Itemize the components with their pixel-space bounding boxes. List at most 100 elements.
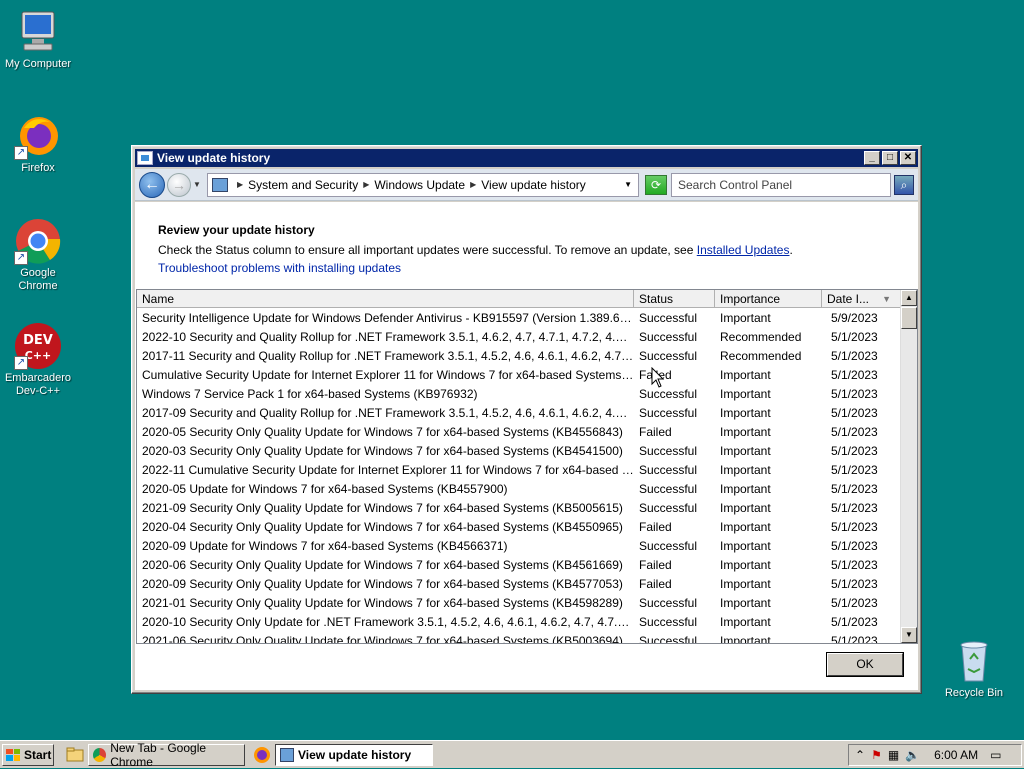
table-row[interactable]: 2022-11 Cumulative Security Update for I… [137,461,902,480]
update-list[interactable]: Name Status Importance Date I... ▼ Securi… [136,289,918,644]
breadcrumb-view-update-history[interactable]: View update history [481,178,586,192]
update-name-cell: 2021-06 Security Only Quality Update for… [142,634,623,644]
update-importance-cell: Important [720,311,771,325]
taskbar-item-update-history[interactable]: View update history [275,743,433,766]
update-name-cell: 2020-05 Security Only Quality Update for… [142,425,623,439]
update-name-cell: 2020-03 Security Only Quality Update for… [142,444,623,458]
desktop-icon-devcpp[interactable]: DEV C++ ↗ Embarcadero Dev-C++ [0,322,76,398]
chevron-right-icon[interactable]: ▶ [237,180,243,189]
table-row[interactable]: 2020-10 Security Only Update for .NET Fr… [137,613,902,632]
table-row[interactable]: Windows 7 Service Pack 1 for x64-based S… [137,385,902,404]
column-headers: Name Status Importance Date I... ▼ [137,290,902,308]
sort-descending-icon: ▼ [882,294,891,304]
desktop-icon-label: Google Chrome [18,267,58,292]
breadcrumb-windows-update[interactable]: Windows Update [374,178,465,192]
scroll-thumb[interactable] [901,307,917,329]
update-name-cell: 2020-05 Update for Windows 7 for x64-bas… [142,482,508,496]
table-row[interactable]: 2021-06 Security Only Quality Update for… [137,632,902,644]
update-history-window: View update history _ □ ✕ ← → ▼ ▶ System… [131,145,922,694]
maximize-button[interactable]: □ [882,151,898,165]
update-name-cell: 2020-10 Security Only Update for .NET Fr… [142,615,634,629]
search-icon[interactable]: ⌕ [894,174,914,195]
file-explorer-quicklaunch-icon[interactable] [66,746,84,764]
table-row[interactable]: 2020-04 Security Only Quality Update for… [137,518,902,537]
start-button[interactable]: Start [2,743,54,766]
chevron-right-icon[interactable]: ▶ [363,180,369,189]
taskbar: Start New Tab - Google Chrome View updat… [0,740,1024,769]
table-row[interactable]: 2017-09 Security and Quality Rollup for … [137,404,902,423]
table-row[interactable]: 2020-05 Update for Windows 7 for x64-bas… [137,480,902,499]
vertical-scrollbar[interactable]: ▲ ▼ [900,290,917,643]
show-desktop-icon[interactable]: ▭ [990,748,1001,762]
close-button[interactable]: ✕ [900,151,916,165]
refresh-button[interactable]: ⟳ [645,174,667,195]
column-header-importance[interactable]: Importance [715,290,822,308]
ok-button[interactable]: OK [827,653,903,676]
clock[interactable]: 6:00 AM [934,748,978,762]
update-importance-cell: Important [720,406,771,420]
update-date-cell: 5/1/2023 [831,634,878,644]
taskbar-item-chrome[interactable]: New Tab - Google Chrome [88,741,245,769]
column-header-status[interactable]: Status [634,290,715,308]
desktop-icon-label: Recycle Bin [944,687,1004,699]
network-icon[interactable]: ▦ [888,748,899,762]
breadcrumb-system-security[interactable]: System and Security [248,178,358,192]
chevron-down-icon[interactable]: ▼ [624,180,632,189]
update-date-cell: 5/1/2023 [831,615,878,629]
table-row[interactable]: 2020-06 Security Only Quality Update for… [137,556,902,575]
update-name-cell: Security Intelligence Update for Windows… [142,311,634,325]
table-row[interactable]: Cumulative Security Update for Internet … [137,366,902,385]
update-importance-cell: Important [720,444,771,458]
action-center-icon[interactable]: ⚑ [871,748,882,762]
update-name-cell: 2021-01 Security Only Quality Update for… [142,596,623,610]
table-row[interactable]: 2022-10 Security and Quality Rollup for … [137,328,902,347]
devcpp-icon: DEV C++ ↗ [14,322,62,370]
update-rows: Security Intelligence Update for Windows… [137,309,902,644]
page-title: Review your update history [158,223,315,237]
update-status-cell: Successful [639,311,698,325]
recent-pages-dropdown[interactable]: ▼ [193,180,203,189]
troubleshoot-link[interactable]: Troubleshoot problems with installing up… [158,261,401,275]
search-input[interactable]: Search Control Panel [671,172,891,197]
table-row[interactable]: 2021-01 Security Only Quality Update for… [137,594,902,613]
update-name-cell: 2021-09 Security Only Quality Update for… [142,501,623,515]
update-status-cell: Successful [639,482,698,496]
back-button[interactable]: ← [139,171,165,198]
installed-updates-link[interactable]: Installed Updates [697,243,790,257]
firefox-icon: ↗ [14,112,62,160]
breadcrumb[interactable]: ▶ System and Security ▶ Windows Update ▶… [207,172,639,197]
scroll-up-button[interactable]: ▲ [901,290,917,306]
update-name-cell: 2020-09 Security Only Quality Update for… [142,577,623,591]
update-importance-cell: Important [720,577,771,591]
table-row[interactable]: 2020-03 Security Only Quality Update for… [137,442,902,461]
windows-flag-icon [6,748,20,761]
update-date-cell: 5/1/2023 [831,330,878,344]
start-label: Start [24,747,52,762]
scroll-down-button[interactable]: ▼ [901,627,917,643]
desktop-icon-my-computer[interactable]: My Computer [0,8,76,71]
update-date-cell: 5/1/2023 [831,558,878,572]
table-row[interactable]: 2020-05 Security Only Quality Update for… [137,423,902,442]
column-header-date[interactable]: Date I... ▼ [822,290,902,308]
minimize-button[interactable]: _ [864,151,880,165]
forward-button[interactable]: → [167,172,191,197]
desktop-icon-recycle-bin[interactable]: Recycle Bin [936,637,1012,700]
update-status-cell: Successful [639,634,698,644]
firefox-quicklaunch-icon[interactable] [253,746,271,764]
table-row[interactable]: 2021-09 Security Only Quality Update for… [137,499,902,518]
update-name-cell: 2022-10 Security and Quality Rollup for … [142,330,634,344]
column-header-name[interactable]: Name [137,290,634,308]
table-row[interactable]: 2017-11 Security and Quality Rollup for … [137,347,902,366]
table-row[interactable]: Security Intelligence Update for Windows… [137,309,902,328]
chevron-right-icon[interactable]: ▶ [470,180,476,189]
desktop-icon-google-chrome[interactable]: ↗ Google Chrome [0,217,76,293]
title-bar[interactable]: View update history _ □ ✕ [135,149,918,167]
update-name-cell: 2022-11 Cumulative Security Update for I… [142,463,634,477]
table-row[interactable]: 2020-09 Update for Windows 7 for x64-bas… [137,537,902,556]
update-status-cell: Successful [639,615,698,629]
volume-icon[interactable]: 🔈 [905,748,920,762]
update-importance-cell: Important [720,634,771,644]
show-hidden-icons-icon[interactable]: ⌃ [855,748,865,762]
desktop-icon-firefox[interactable]: ↗ Firefox [0,112,76,175]
table-row[interactable]: 2020-09 Security Only Quality Update for… [137,575,902,594]
